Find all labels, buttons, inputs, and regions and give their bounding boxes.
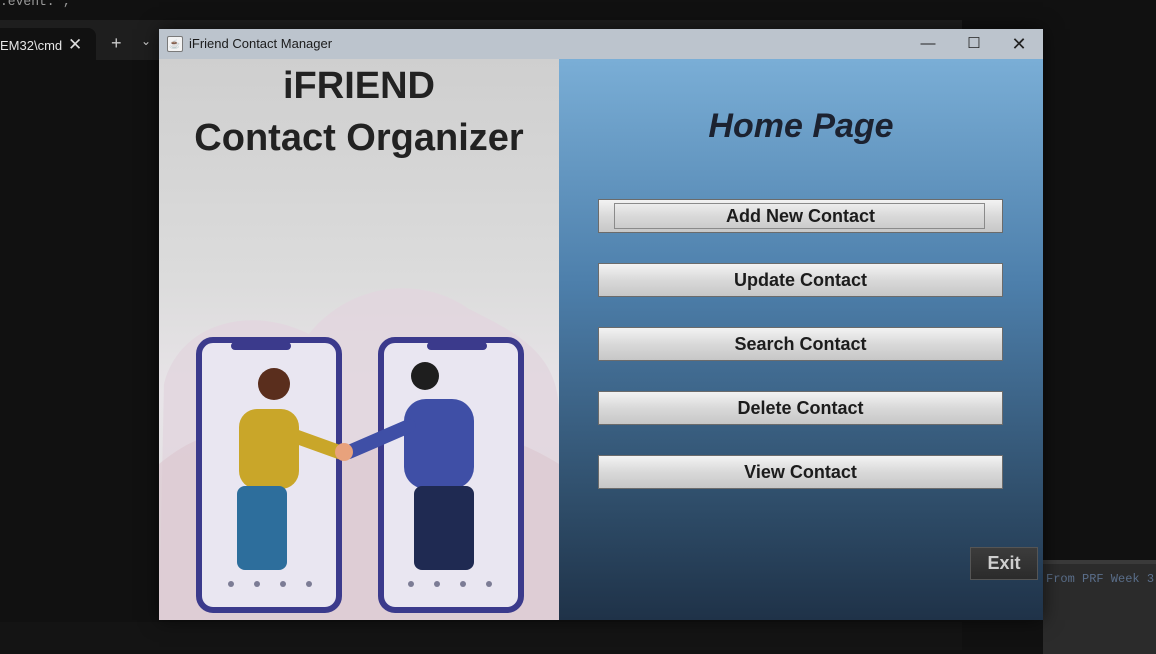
woman-torso [239,409,299,489]
add-new-contact-button[interactable]: Add New Contact [598,199,1003,233]
window-title: iFriend Contact Manager [189,36,333,51]
handshake-icon [335,443,353,461]
woman-legs [237,486,287,570]
left-panel: iFRIEND Contact Organizer [159,59,559,620]
phone-right-notch [427,342,487,350]
man-torso [404,399,474,489]
java-app-icon: ☕ [167,36,183,52]
search-contact-button[interactable]: Search Contact [598,327,1003,361]
right-panel: Home Page Add New Contact Update Contact… [559,59,1043,620]
woman-head [258,368,290,400]
background-editor-text: From PRF Week 3 [1046,572,1155,586]
window-titlebar[interactable]: ☕ iFriend Contact Manager — ☐ ✕ [159,29,1043,59]
friends-handshake-illustration [159,288,559,620]
update-contact-button[interactable]: Update Contact [598,263,1003,297]
terminal-tab[interactable]: EM32\cmd ✕ [0,28,96,60]
minimize-icon[interactable]: — [908,32,948,56]
maximize-icon[interactable]: ☐ [954,32,994,56]
exit-button[interactable]: Exit [970,547,1038,580]
app-window: ☕ iFriend Contact Manager — ☐ ✕ iFRIEND … [159,29,1043,620]
man-head [411,362,439,390]
close-icon[interactable]: ✕ [999,32,1039,56]
app-title-line2: Contact Organizer [194,117,524,159]
terminal-bottom [0,622,962,650]
man-legs [414,486,474,570]
delete-contact-button[interactable]: Delete Contact [598,391,1003,425]
chevron-down-icon[interactable]: ⌄ [141,34,151,48]
app-title-line1: iFRIEND [283,65,435,107]
terminal-code-text: .event.*; [0,0,71,9]
phone-left-notch [231,342,291,350]
close-icon[interactable]: ✕ [68,35,82,55]
home-page-heading: Home Page [708,107,894,145]
view-contact-button[interactable]: View Contact [598,455,1003,489]
terminal-tab-label: EM32\cmd [0,38,63,53]
new-tab-icon[interactable]: + [111,33,122,54]
